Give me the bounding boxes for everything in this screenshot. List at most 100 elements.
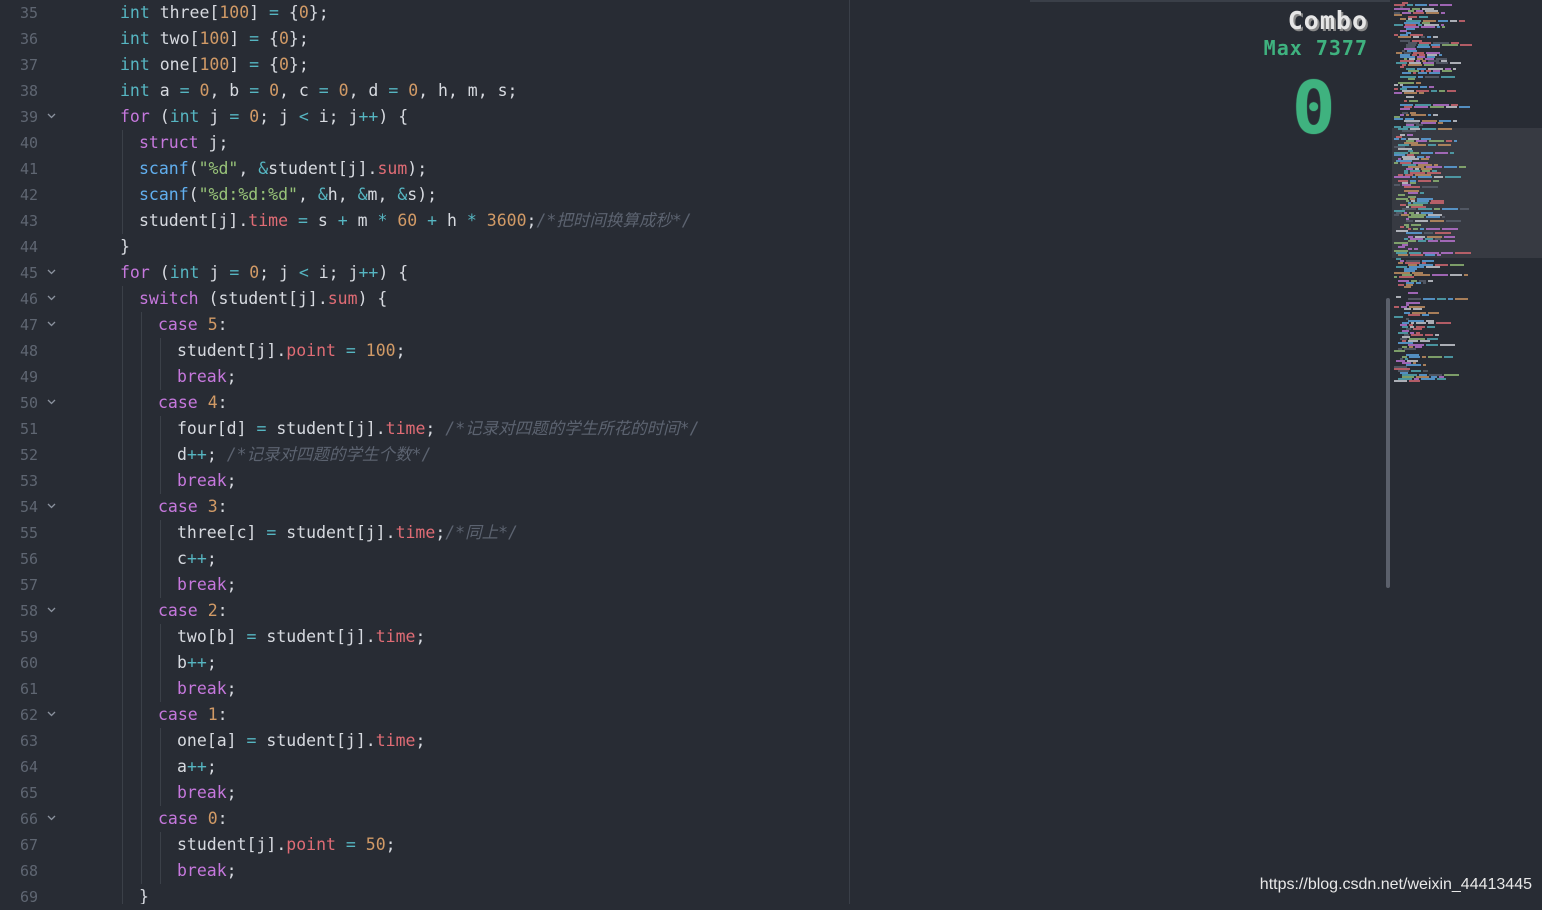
line-number: 39 (19, 108, 38, 126)
code-token: 0 (249, 263, 260, 282)
code-line[interactable]: three[c] = student[j].time;/*同上*/ (177, 520, 518, 546)
code-token: three[ (149, 3, 220, 22)
code-line[interactable]: b++; (177, 650, 217, 676)
chevron-down-icon[interactable] (45, 598, 57, 624)
code-line[interactable]: student[j].point = 100; (177, 338, 406, 364)
code-line[interactable]: student[j].point = 50; (177, 832, 396, 858)
code-line[interactable]: case 2: (158, 598, 228, 624)
minimap-line (1400, 226, 1404, 228)
code-token: time (375, 731, 416, 750)
code-line[interactable]: case 0: (158, 806, 228, 832)
code-line[interactable]: break; (177, 858, 237, 884)
code-line[interactable]: case 4: (158, 390, 228, 416)
minimap-line (1440, 344, 1455, 346)
indent-guide (160, 780, 161, 806)
minimap-line (1394, 276, 1397, 278)
code-token: s); (407, 185, 438, 204)
minimap[interactable] (1392, 0, 1542, 904)
code-line[interactable]: two[b] = student[j].time; (177, 624, 425, 650)
chevron-down-icon[interactable] (45, 806, 57, 832)
code-line[interactable]: break; (177, 676, 237, 702)
code-line[interactable]: scanf("%d:%d:%d", &h, &m, &s); (139, 182, 437, 208)
indent-guide (160, 676, 161, 702)
code-token: point (286, 835, 336, 854)
code-line[interactable]: int two[100] = {0}; (120, 26, 309, 52)
minimap-line (1422, 314, 1429, 316)
code-line[interactable]: one[a] = student[j].time; (177, 728, 425, 754)
minimap-line (1408, 216, 1424, 218)
code-line[interactable]: int one[100] = {0}; (120, 52, 309, 78)
minimap-line (1431, 90, 1437, 92)
code-line[interactable]: switch (student[j].sum) { (139, 286, 387, 312)
code-token: ++ (186, 653, 207, 672)
code-line[interactable]: } (120, 234, 130, 260)
code-token: ; (415, 731, 426, 750)
line-number: 51 (19, 420, 38, 438)
chevron-down-icon[interactable] (45, 104, 57, 130)
code-area[interactable]: int three[100] = {0}; int two[100] = {0};… (82, 0, 848, 904)
code-line[interactable]: break; (177, 780, 237, 806)
code-line[interactable]: int a = 0, b = 0, c = 0, d = 0, h, m, s; (120, 78, 517, 104)
code-token: 0 (269, 81, 279, 100)
code-line[interactable]: for (int j = 0; j < i; j++) { (120, 260, 408, 286)
code-token: 0 (408, 81, 419, 100)
minimap-line (1398, 194, 1405, 196)
minimap-line (1418, 240, 1426, 242)
minimap-line (1448, 298, 1453, 300)
code-token: time (385, 419, 426, 438)
code-token: }; (288, 29, 309, 48)
indent-guide (122, 520, 123, 546)
indent-guide (122, 182, 123, 208)
indent-guide (141, 416, 142, 442)
chevron-down-icon[interactable] (45, 286, 57, 312)
code-line[interactable]: break; (177, 468, 237, 494)
code-line[interactable]: int three[100] = {0}; (120, 0, 329, 26)
chevron-down-icon[interactable] (45, 390, 57, 416)
code-line[interactable]: break; (177, 364, 237, 390)
chevron-down-icon[interactable] (45, 260, 57, 286)
indent-guide (141, 442, 142, 468)
code-line[interactable]: a++; (177, 754, 217, 780)
code-line[interactable]: case 1: (158, 702, 228, 728)
code-token: & (258, 159, 269, 178)
minimap-line (1398, 262, 1403, 264)
code-line[interactable]: for (int j = 0; j < i; j++) { (120, 104, 408, 130)
minimap-line (1437, 298, 1446, 300)
minimap-line (1438, 144, 1451, 146)
code-line[interactable]: four[d] = student[j].time; /*记录对四题的学生所花的… (177, 416, 700, 442)
code-token: for (120, 263, 150, 282)
code-token: time (248, 211, 289, 230)
minimap-line (1444, 374, 1459, 376)
vertical-scrollbar[interactable] (1386, 298, 1390, 588)
code-line[interactable]: student[j].time = s + m * 60 + h * 3600;… (139, 208, 692, 234)
minimap-line (1411, 114, 1426, 116)
code-line[interactable]: d++; /*记录对四题的学生个数*/ (177, 442, 431, 468)
minimap-line (1421, 152, 1433, 154)
chevron-down-icon[interactable] (45, 312, 57, 338)
code-line[interactable]: c++; (177, 546, 217, 572)
minimap-line (1426, 344, 1438, 346)
minimap-line (1438, 20, 1448, 22)
minimap-line (1415, 4, 1427, 6)
indent-guide (122, 338, 123, 364)
code-token: student[j]. (256, 731, 376, 750)
minimap-line (1427, 36, 1431, 38)
code-line[interactable]: break; (177, 572, 237, 598)
indent-guide (160, 416, 161, 442)
chevron-down-icon[interactable] (45, 702, 57, 728)
code-line[interactable]: case 5: (158, 312, 228, 338)
indent-guide (160, 832, 161, 858)
code-editor[interactable]: 35 36 37 38 39 40 41 42 43 44 45 46 47 48 49 50 51 52 53 54… (0, 0, 1542, 906)
minimap-line (1394, 350, 1405, 352)
code-line[interactable]: case 3: (158, 494, 228, 520)
chevron-down-icon[interactable] (45, 494, 57, 520)
code-line[interactable]: struct j; (139, 130, 228, 156)
code-line[interactable]: scanf("%d", &student[j].sum); (139, 156, 427, 182)
minimap-line (1411, 144, 1426, 146)
indent-guide (160, 364, 161, 390)
code-line[interactable]: } (139, 884, 149, 904)
minimap-line (1447, 90, 1456, 92)
minimap-line (1418, 76, 1423, 78)
code-token: < (298, 107, 309, 126)
